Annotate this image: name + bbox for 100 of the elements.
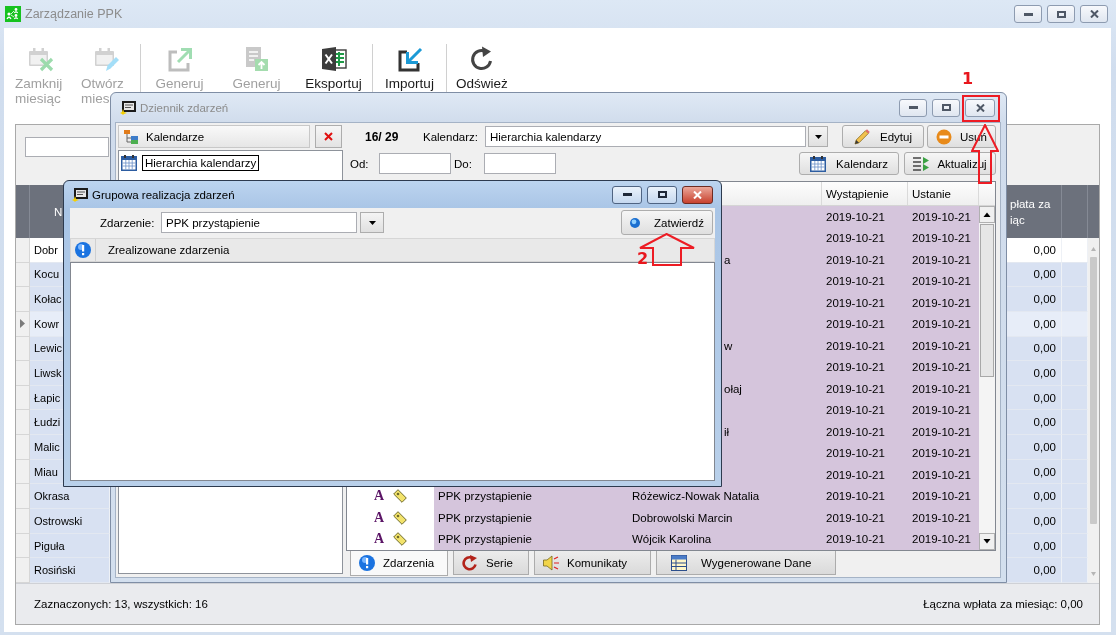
- dropdown-button[interactable]: [360, 212, 384, 233]
- table-cell: 2019-10-21: [822, 335, 908, 357]
- table-cell: 2019-10-21: [908, 249, 979, 271]
- table-cell: [1062, 435, 1088, 460]
- table-cell: 2019-10-21: [908, 464, 979, 486]
- picture-icon: [120, 100, 136, 115]
- people-icon: [5, 6, 21, 22]
- calendar-cross-icon: [28, 46, 54, 72]
- date-field[interactable]: [484, 153, 556, 174]
- tab[interactable]: Serie: [453, 551, 529, 575]
- table-cell: 2019-10-21: [822, 227, 908, 249]
- field-label: Do:: [454, 157, 473, 170]
- table-cell: 2019-10-21: [908, 399, 979, 421]
- dropdown-field[interactable]: PPK przystąpienie: [161, 212, 357, 233]
- field-label: Zdarzenie:: [100, 216, 156, 229]
- minimize-button[interactable]: [612, 185, 642, 204]
- window-title: Zarządzanie PPK: [25, 7, 123, 21]
- maximize-icon: [1056, 10, 1066, 18]
- tree-item[interactable]: Hierarchia kalendarzy: [142, 155, 260, 171]
- clear-button[interactable]: [315, 125, 342, 148]
- document-upload-icon: [243, 46, 270, 72]
- table-cell: 2019-10-21: [822, 356, 908, 378]
- table-cell: 0,00: [1005, 435, 1062, 460]
- table-cell: PPK przystąpienie: [434, 485, 632, 507]
- dot-icon: [630, 217, 641, 228]
- table-cell: [1062, 311, 1088, 337]
- confirm-button[interactable]: Zatwierdź: [621, 210, 713, 235]
- vertical-scrollbar[interactable]: [979, 206, 995, 550]
- table-cell: [1062, 262, 1088, 288]
- table-cell: 2019-10-21: [822, 206, 908, 228]
- caret-icon: [814, 134, 822, 139]
- minimize-icon: [908, 106, 918, 109]
- minimize-icon: [622, 193, 632, 196]
- window-title: Grupowa realizacja zdarzeń: [92, 188, 235, 201]
- table-cell: [1062, 238, 1088, 263]
- type-letter: A: [373, 510, 384, 525]
- import-arrow-icon: [396, 46, 423, 72]
- table-cell: 2019-10-21: [908, 356, 979, 378]
- table-cell: 2019-10-21: [908, 378, 979, 400]
- list-arrows-icon: [913, 155, 930, 172]
- close-button[interactable]: [682, 185, 713, 204]
- field-label: Od:: [350, 157, 370, 170]
- table-cell: 2019-10-21: [822, 378, 908, 400]
- table-cell: 2019-10-21: [908, 507, 979, 529]
- minimize-button[interactable]: [899, 98, 927, 117]
- close-button[interactable]: [965, 98, 995, 117]
- row-header[interactable]: [16, 311, 30, 337]
- type-letter: A: [373, 489, 384, 504]
- status-text: Zaznaczonych: 13, wszystkich: 16: [34, 598, 208, 610]
- column-header[interactable]: N: [54, 205, 63, 218]
- table-cell: 2019-10-21: [908, 292, 979, 314]
- table-cell: 2019-10-21: [822, 421, 908, 443]
- close-icon: [975, 103, 985, 112]
- maximize-button[interactable]: [932, 98, 960, 117]
- table-cell: 0,00: [1005, 287, 1062, 312]
- column-header[interactable]: Ustanie: [908, 182, 979, 205]
- table-cell: 2019-10-21: [908, 485, 979, 507]
- table-cell: 0,00: [1005, 361, 1062, 386]
- table-cell: 0,00: [1005, 509, 1062, 534]
- table-cell: Dobrowolski Marcin: [632, 507, 822, 529]
- toolbar-button[interactable]: Importuj: [373, 46, 446, 91]
- info-icon: [75, 242, 91, 258]
- table-cell: 2019-10-21: [908, 528, 979, 550]
- maximize-button[interactable]: [647, 185, 677, 204]
- tab[interactable]: Komunikaty: [534, 551, 651, 575]
- tag-icon: [393, 489, 407, 504]
- table-cell: [1062, 533, 1088, 559]
- tag-icon: [393, 532, 407, 547]
- dropdown-button[interactable]: [808, 126, 828, 147]
- export-arrow-icon: [166, 46, 193, 72]
- column-header[interactable]: Wystąpienie: [822, 182, 908, 205]
- table-cell: 2019-10-21: [908, 442, 979, 464]
- calendar-icon: [810, 155, 827, 172]
- table-cell: 2019-10-21: [822, 270, 908, 292]
- table-cell: [1062, 385, 1088, 411]
- calendar-pencil-icon: [94, 46, 120, 72]
- table-cell: [1062, 484, 1088, 510]
- table-cell: [1062, 509, 1088, 534]
- toolbar-button[interactable]: Odśwież: [447, 46, 517, 91]
- date-field[interactable]: [379, 153, 451, 174]
- table-cell: 2019-10-21: [822, 507, 908, 529]
- column-header[interactable]: płata za iąc: [1010, 195, 1060, 228]
- table-cell: 2019-10-21: [908, 227, 979, 249]
- table-cell: 2019-10-21: [908, 313, 979, 335]
- maximize-button[interactable]: [1047, 5, 1075, 23]
- minimize-icon: [1023, 12, 1033, 16]
- tab[interactable]: Wygenerowane Dane: [656, 551, 836, 575]
- tab[interactable]: Zdarzenia: [350, 551, 448, 576]
- input-field[interactable]: [25, 137, 109, 157]
- toolbar-button[interactable]: Eksportuj: [295, 46, 372, 91]
- dropdown-field[interactable]: Hierarchia kalendarzy: [485, 126, 806, 147]
- table-cell: 2019-10-21: [822, 399, 908, 421]
- calendar-button[interactable]: Kalendarz: [799, 152, 899, 175]
- table-cell: 2019-10-21: [822, 485, 908, 507]
- table-cell: 0,00: [1005, 484, 1062, 510]
- minimize-button[interactable]: [1014, 5, 1042, 23]
- close-button[interactable]: [1080, 5, 1108, 23]
- table-cell: 2019-10-21: [822, 249, 908, 271]
- edit-button[interactable]: Edytuj: [842, 125, 924, 148]
- minus-circle-icon: [936, 128, 953, 145]
